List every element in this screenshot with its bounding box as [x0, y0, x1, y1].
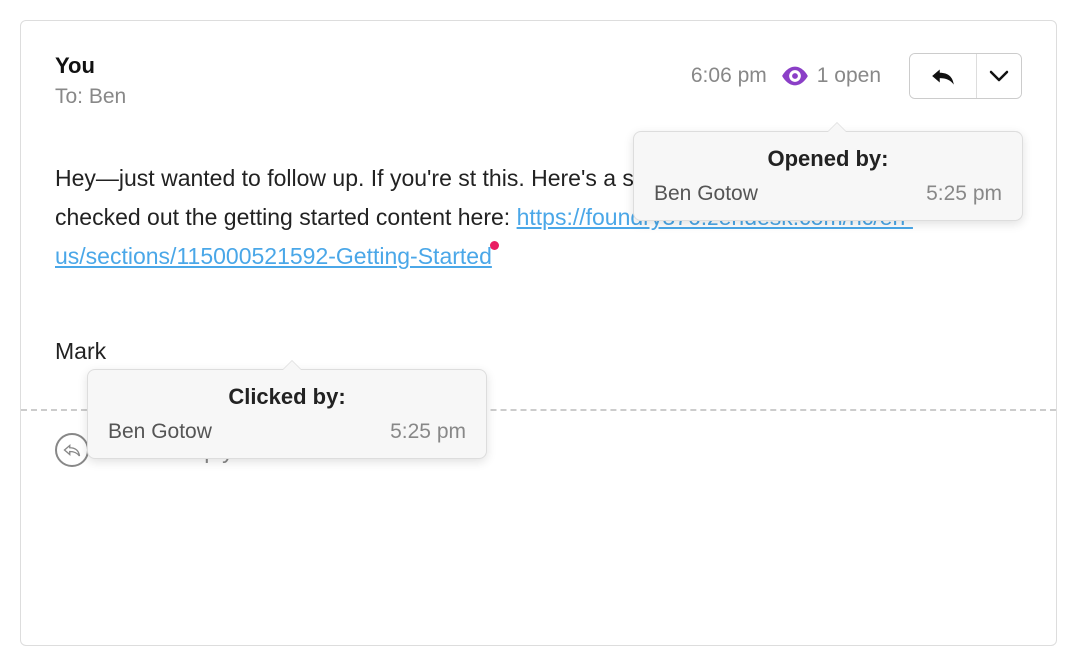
to-prefix: To:	[55, 85, 89, 108]
to-recipient: Ben	[89, 85, 126, 108]
clicked-tooltip-time: 5:25 pm	[390, 420, 466, 444]
clicked-tooltip: Clicked by: Ben Gotow 5:25 pm	[87, 369, 487, 459]
clicked-tooltip-name: Ben Gotow	[108, 420, 212, 444]
email-header: You To: Ben 6:06 pm 1 open	[21, 21, 1056, 119]
sender-name: You	[55, 53, 126, 79]
open-count-text: 1 open	[817, 64, 881, 88]
reply-circle-icon	[55, 433, 89, 467]
eye-icon	[781, 66, 809, 86]
clicked-tooltip-row: Ben Gotow 5:25 pm	[108, 420, 466, 444]
opened-tooltip: Opened by: Ben Gotow 5:25 pm	[633, 131, 1023, 221]
reply-button[interactable]	[910, 54, 977, 98]
link-tracker-dot-icon[interactable]	[490, 241, 499, 250]
to-line: To: Ben	[55, 85, 126, 109]
chevron-down-icon	[989, 70, 1009, 82]
email-timestamp: 6:06 pm	[691, 64, 767, 88]
header-right: 6:06 pm 1 open	[691, 53, 1022, 99]
opened-tooltip-row: Ben Gotow 5:25 pm	[654, 182, 1002, 206]
email-signature: Mark	[55, 332, 1022, 371]
reply-icon	[930, 66, 956, 86]
action-buttons	[909, 53, 1022, 99]
tooltip-arrow-icon	[828, 123, 846, 132]
tooltip-arrow-icon	[283, 361, 301, 370]
opened-tooltip-title: Opened by:	[654, 146, 1002, 172]
opened-tooltip-name: Ben Gotow	[654, 182, 758, 206]
email-card: You To: Ben 6:06 pm 1 open	[20, 20, 1057, 646]
opened-tooltip-time: 5:25 pm	[926, 182, 1002, 206]
clicked-tooltip-title: Clicked by:	[108, 384, 466, 410]
open-tracker[interactable]: 1 open	[781, 64, 881, 88]
dropdown-button[interactable]	[977, 54, 1021, 98]
header-left: You To: Ben	[55, 53, 126, 109]
